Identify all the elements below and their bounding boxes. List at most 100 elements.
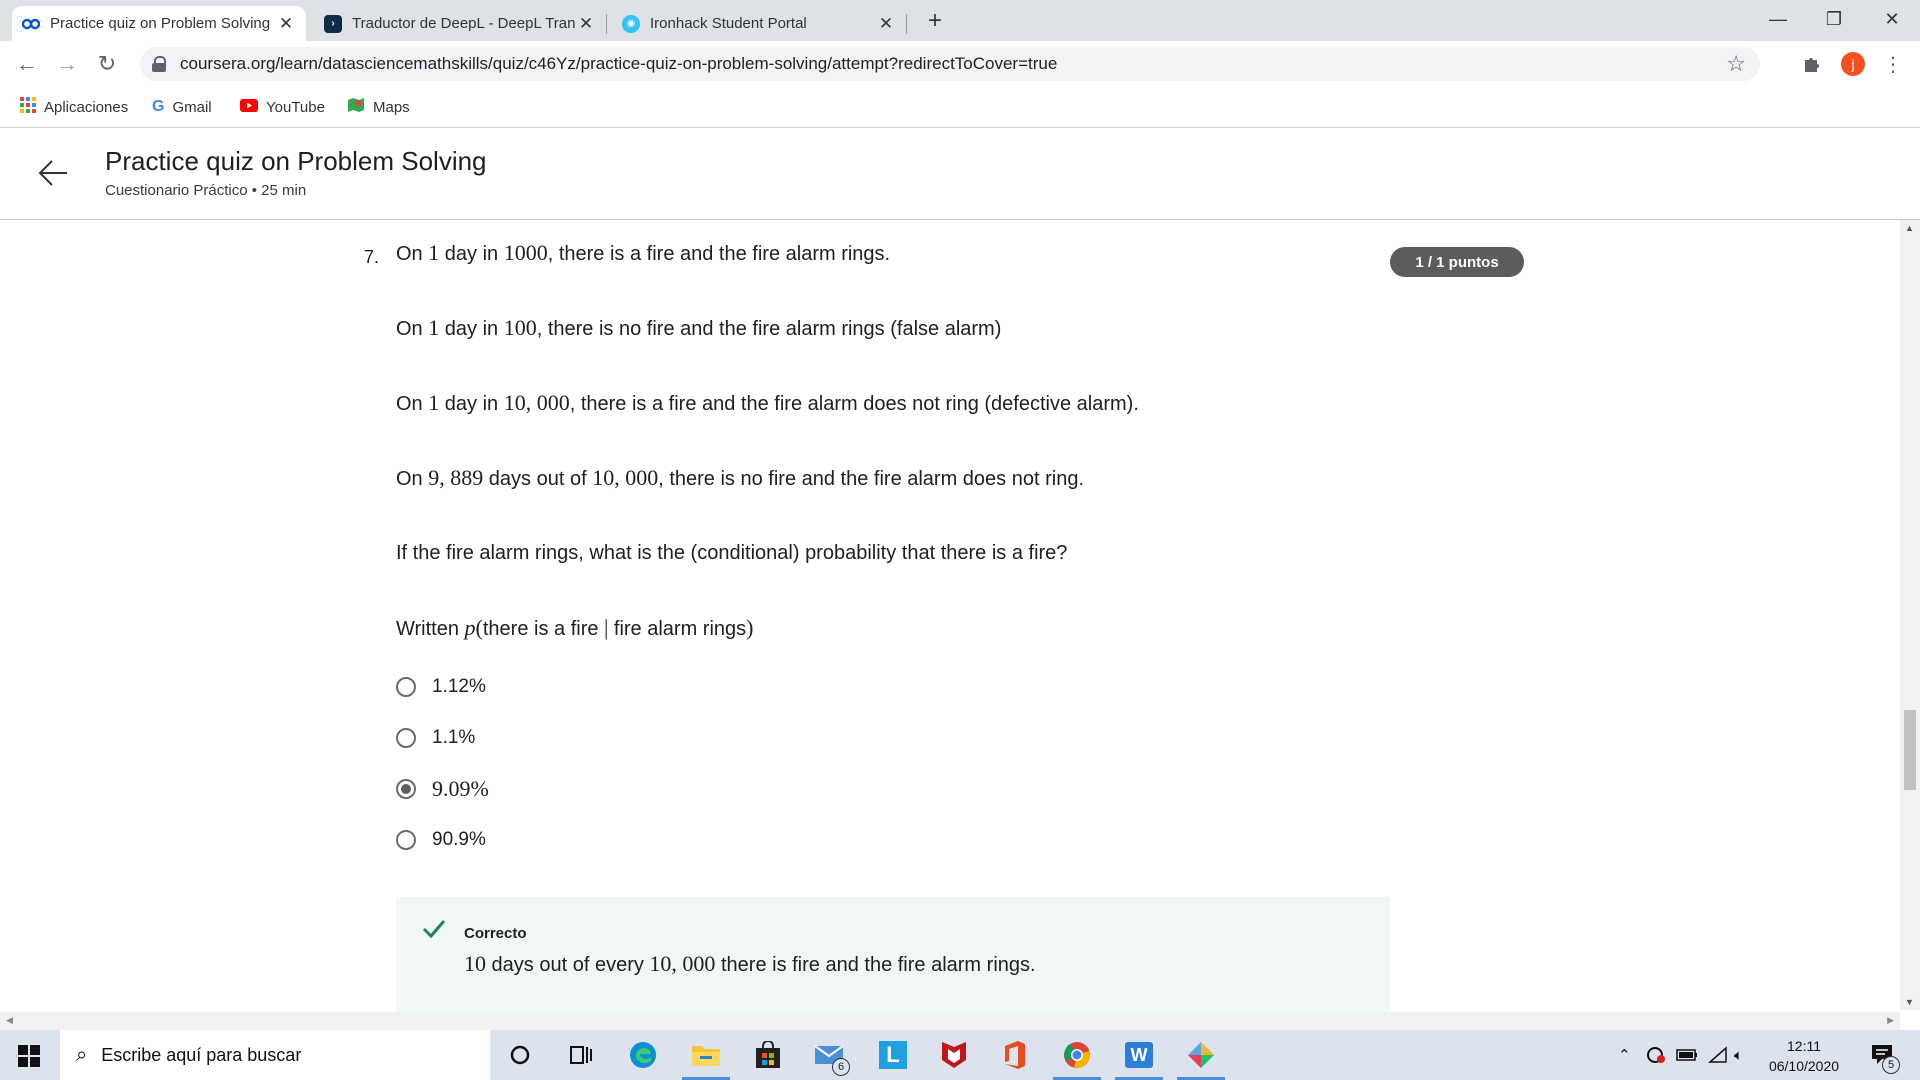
edge-icon[interactable] — [625, 1038, 661, 1072]
task-view-icon[interactable] — [563, 1038, 599, 1072]
office-icon[interactable] — [997, 1038, 1033, 1072]
bookmark-label: Maps — [373, 98, 410, 116]
youtube-icon — [240, 98, 258, 116]
option-label: 90.9% — [432, 829, 486, 850]
text-run: there is fire and the fire alarm rings. — [715, 954, 1036, 976]
tab-title: Traductor de DeepL - DeepL Tran — [352, 15, 576, 32]
text-run: , there is a fire and the fire alarm rin… — [547, 243, 891, 265]
extensions-puzzle-icon[interactable] — [1797, 49, 1827, 79]
close-window-icon[interactable]: ✕ — [1864, 0, 1920, 38]
text-run: day in — [439, 318, 504, 340]
close-icon[interactable]: ✕ — [576, 14, 596, 34]
radio-button[interactable] — [396, 830, 416, 850]
notification-center-icon[interactable]: 5 — [1870, 1030, 1900, 1080]
notification-badge: 5 — [1882, 1056, 1900, 1074]
feedback-explanation: 10 days out of every 10, 000 there is fi… — [464, 951, 1036, 977]
mail-icon[interactable]: 6 — [812, 1038, 850, 1076]
ironhack-icon: ◉ — [622, 14, 640, 33]
text-run: On — [396, 468, 429, 490]
scroll-left-icon[interactable]: ◀ — [6, 1015, 13, 1026]
cortana-icon[interactable] — [502, 1038, 538, 1072]
browser-toolbar: ← → ↻ coursera.org/learn/datasciencemath… — [0, 41, 1920, 87]
option-label: 9.09% — [432, 776, 489, 801]
bookmark-star-icon[interactable]: ☆ — [1726, 51, 1746, 77]
network-warning-icon[interactable] — [1646, 1030, 1666, 1080]
math-run: 10 — [464, 951, 486, 976]
file-explorer-icon[interactable] — [682, 1038, 730, 1080]
profile-avatar[interactable]: j — [1838, 49, 1868, 79]
math-run: 1 — [428, 390, 440, 415]
scroll-right-icon[interactable]: ▶ — [1887, 1015, 1894, 1026]
address-bar[interactable]: coursera.org/learn/datasciencemathskills… — [140, 47, 1760, 81]
question-paragraph: On 9, 889 days out of 10, 000, there is … — [396, 465, 1084, 491]
bookmark-label: YouTube — [266, 98, 325, 116]
windows-taskbar: ⌕ Escribe aquí para buscar 6 L W ⌃ 🔈︎ 12… — [0, 1030, 1920, 1080]
battery-icon[interactable] — [1676, 1030, 1698, 1080]
bookmark-gmail[interactable]: G Gmail — [152, 95, 212, 119]
volume-icon[interactable]: 🔈︎ — [1734, 1030, 1743, 1080]
text-run: day in — [439, 393, 504, 415]
tab-practice-quiz[interactable]: Practice quiz on Problem Solving ✕ — [12, 6, 306, 41]
question-prompt: If the fire alarm rings, what is the (co… — [396, 542, 1067, 565]
answer-option[interactable]: 1.1% — [396, 723, 475, 753]
apps-grid-icon — [20, 97, 36, 117]
radio-button-selected[interactable] — [396, 779, 416, 799]
radio-button[interactable] — [396, 677, 416, 697]
search-icon: ⌕ — [76, 1043, 88, 1066]
scrollbar-thumb[interactable] — [1904, 710, 1916, 790]
text-run: day in — [439, 243, 504, 265]
option-label: 1.1% — [432, 727, 476, 748]
restore-icon[interactable]: ❐ — [1806, 0, 1862, 38]
tab-ironhack[interactable]: ◉ Ironhack Student Portal ✕ — [612, 6, 906, 41]
bookmark-label: Gmail — [172, 98, 212, 116]
tab-title: Ironhack Student Portal — [650, 15, 807, 32]
reload-icon[interactable]: ↻ — [92, 49, 122, 79]
bookmark-aplicaciones[interactable]: Aplicaciones — [20, 95, 128, 119]
vertical-scrollbar[interactable]: ▲ ▼ — [1900, 220, 1920, 1010]
answer-option[interactable]: 90.9% — [396, 825, 486, 855]
math-run: ) — [746, 615, 754, 640]
bookmark-label: Aplicaciones — [44, 98, 129, 116]
taskbar-search[interactable]: ⌕ Escribe aquí para buscar — [60, 1030, 490, 1080]
lync-l-icon[interactable]: L — [875, 1038, 911, 1072]
store-icon[interactable] — [750, 1038, 786, 1072]
search-input[interactable]: Escribe aquí para buscar — [101, 1045, 301, 1066]
mcafee-icon[interactable] — [936, 1038, 972, 1072]
back-arrow-icon[interactable] — [36, 156, 70, 190]
chrome-icon[interactable] — [1053, 1038, 1101, 1080]
answer-option[interactable]: 1.12% — [396, 672, 486, 702]
scroll-down-icon[interactable]: ▼ — [1905, 997, 1914, 1007]
word-w-icon[interactable]: W — [1115, 1038, 1163, 1080]
bookmark-maps[interactable]: Maps — [347, 95, 410, 119]
text-run: fire alarm rings — [613, 618, 747, 640]
tab-deepl[interactable]: › Traductor de DeepL - DeepL Tran ✕ — [314, 6, 606, 41]
close-icon[interactable]: ✕ — [876, 14, 896, 34]
close-icon[interactable]: ✕ — [276, 14, 296, 34]
minimize-icon[interactable]: — — [1750, 0, 1806, 38]
answer-option-selected[interactable]: 9.09% — [396, 774, 489, 804]
tray-chevron-icon[interactable]: ⌃ — [1618, 1030, 1631, 1080]
url-text[interactable]: coursera.org/learn/datasciencemathskills… — [180, 54, 1057, 74]
bookmark-youtube[interactable]: YouTube — [240, 95, 325, 119]
text-run: days out of — [483, 468, 593, 490]
quiz-header: Practice quiz on Problem Solving Cuestio… — [0, 128, 1920, 220]
text-run: On — [396, 243, 429, 265]
text-run: , there is a fire and the fire alarm doe… — [569, 393, 1139, 415]
scroll-up-icon[interactable]: ▲ — [1905, 223, 1914, 233]
math-run: 10, 000 — [503, 390, 570, 415]
horizontal-scrollbar[interactable]: ◀ ▶ — [0, 1012, 1900, 1030]
app-diamond-icon[interactable] — [1177, 1038, 1225, 1080]
wifi-icon[interactable] — [1708, 1030, 1728, 1080]
tab-strip: Practice quiz on Problem Solving ✕ › Tra… — [0, 0, 1920, 41]
new-tab-button[interactable]: + — [920, 6, 950, 36]
clock-time: 12:11 — [1787, 1038, 1821, 1054]
forward-arrow-icon[interactable]: → — [52, 49, 82, 79]
clock-date: 06/10/2020 — [1768, 1058, 1840, 1074]
back-arrow-icon[interactable]: ← — [12, 49, 42, 79]
text-run: Written — [396, 618, 465, 640]
text-run: On — [396, 393, 429, 415]
more-menu-icon[interactable]: ⋮ — [1878, 49, 1908, 79]
system-clock[interactable]: 12:11 06/10/2020 — [1766, 1036, 1842, 1076]
windows-start-icon[interactable] — [18, 1045, 40, 1067]
radio-button[interactable] — [396, 728, 416, 748]
